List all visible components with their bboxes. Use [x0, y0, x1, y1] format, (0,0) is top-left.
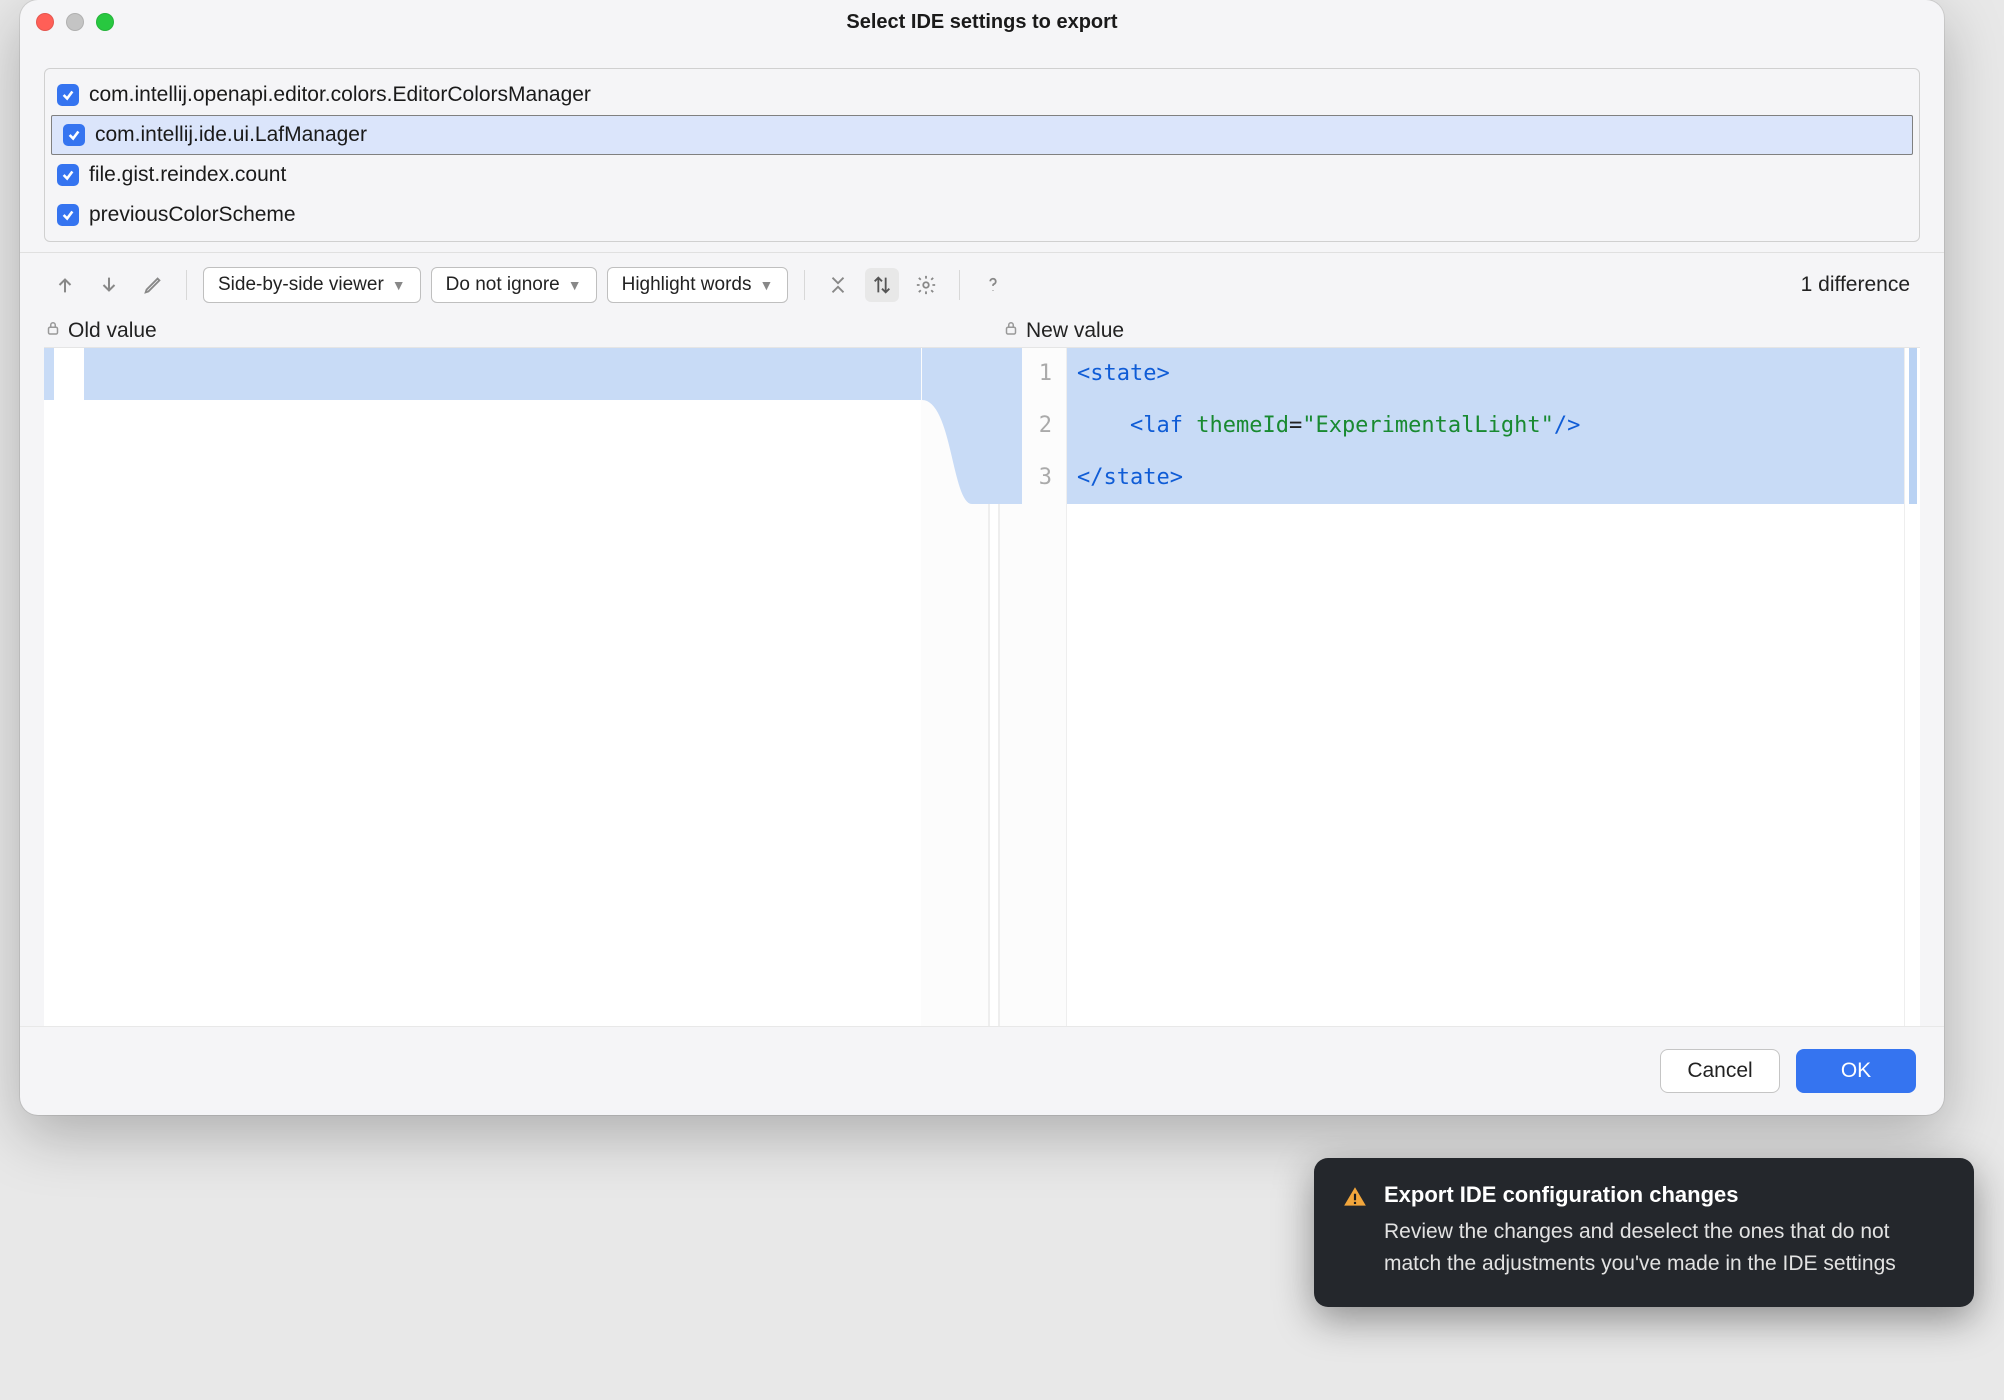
notification-toast[interactable]: Export IDE configuration changes Review … [1314, 1158, 1974, 1307]
minimize-window-button[interactable] [66, 13, 84, 31]
settings-row[interactable]: file.gist.reindex.count [45, 155, 1919, 195]
collapse-unchanged-button[interactable] [821, 268, 855, 302]
ignore-mode-select[interactable]: Do not ignore▼ [431, 267, 597, 303]
settings-list: com.intellij.openapi.editor.colors.Edito… [44, 68, 1920, 242]
sync-scroll-button[interactable] [865, 268, 899, 302]
checkbox-checked-icon[interactable] [57, 84, 79, 106]
settings-gear-button[interactable] [909, 268, 943, 302]
zoom-window-button[interactable] [96, 13, 114, 31]
warning-icon [1342, 1184, 1368, 1210]
lock-icon [44, 319, 62, 343]
chevron-down-icon: ▼ [760, 277, 774, 293]
next-diff-button[interactable] [92, 268, 126, 302]
checkbox-checked-icon[interactable] [63, 124, 85, 146]
new-value-label: New value [1026, 319, 1124, 343]
diff-toolbar: Side-by-side viewer▼ Do not ignore▼ High… [20, 252, 1944, 313]
diff-headers: Old value New value [20, 313, 1944, 347]
ok-button[interactable]: OK [1796, 1049, 1916, 1093]
new-value-pane[interactable]: <state> <laf themeId="ExperimentalLight"… [1067, 348, 1904, 1026]
help-button[interactable] [976, 268, 1010, 302]
settings-item-label: com.intellij.ide.ui.LafManager [95, 123, 367, 147]
checkbox-checked-icon[interactable] [57, 164, 79, 186]
old-gutter: 1 [921, 348, 989, 1026]
titlebar: Select IDE settings to export [20, 0, 1944, 44]
dialog-footer: Cancel OK [20, 1026, 1944, 1115]
chevron-down-icon: ▼ [568, 277, 582, 293]
highlight-mode-select[interactable]: Highlight words▼ [607, 267, 789, 303]
settings-row[interactable]: com.intellij.openapi.editor.colors.Edito… [45, 75, 1919, 115]
new-gutter: 1 2 3 [999, 348, 1067, 1026]
edit-button[interactable] [136, 268, 170, 302]
chevron-down-icon: ▼ [392, 277, 406, 293]
cancel-button[interactable]: Cancel [1660, 1049, 1780, 1093]
checkbox-checked-icon[interactable] [57, 204, 79, 226]
settings-item-label: file.gist.reindex.count [89, 163, 286, 187]
toast-title: Export IDE configuration changes [1384, 1182, 1946, 1208]
dialog-title: Select IDE settings to export [20, 11, 1944, 34]
export-settings-dialog: Select IDE settings to export com.intell… [20, 0, 1944, 1115]
lock-icon [1002, 319, 1020, 343]
close-window-button[interactable] [36, 13, 54, 31]
prev-diff-button[interactable] [48, 268, 82, 302]
settings-item-label: previousColorScheme [89, 203, 296, 227]
old-value-label: Old value [68, 319, 157, 343]
difference-count: 1 difference [1801, 273, 1920, 297]
settings-row[interactable]: previousColorScheme [45, 195, 1919, 235]
toast-body: Review the changes and deselect the ones… [1384, 1216, 1946, 1279]
diff-body: 1 1 2 3 <state> <laf themeId="Experiment… [44, 347, 1920, 1026]
settings-item-label: com.intellij.openapi.editor.colors.Edito… [89, 83, 591, 107]
old-value-pane[interactable] [44, 348, 921, 1026]
settings-row[interactable]: com.intellij.ide.ui.LafManager [51, 115, 1913, 155]
viewer-mode-select[interactable]: Side-by-side viewer▼ [203, 267, 421, 303]
